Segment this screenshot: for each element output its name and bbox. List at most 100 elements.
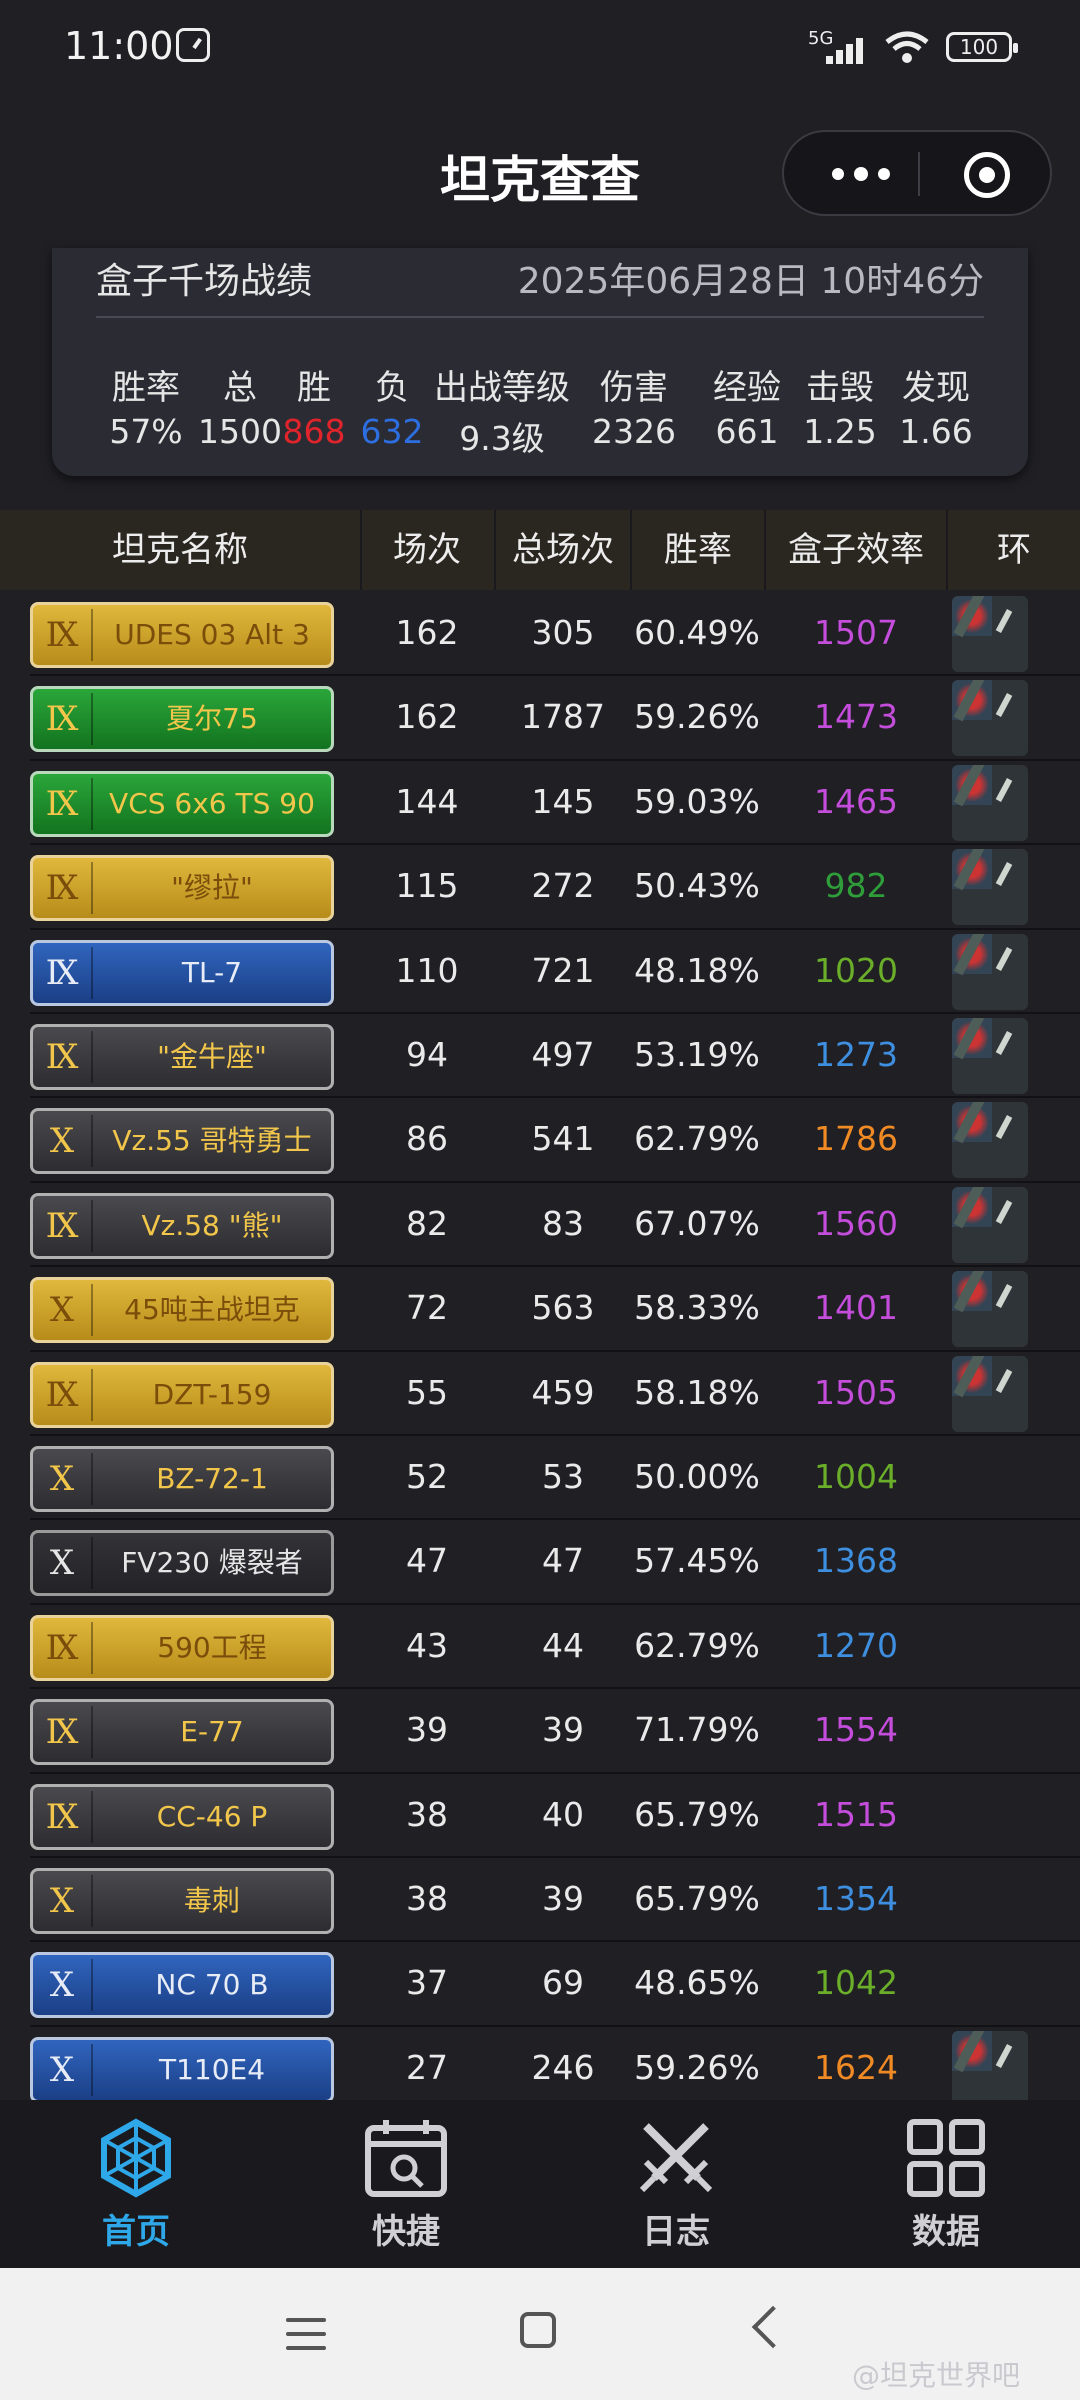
tank-name-badge[interactable]: Ⅹ 毒刺 <box>30 1868 334 1934</box>
total-games-cell: 305 <box>531 613 595 652</box>
games-cell: 162 <box>395 697 459 737</box>
table-row[interactable]: Ⅸ CC-46 P 38 40 65.79% 1515 <box>0 1774 1080 1858</box>
table-row[interactable]: Ⅸ E-77 39 39 71.79% 1554 <box>0 1689 1080 1774</box>
close-program-icon[interactable] <box>964 152 1010 198</box>
title-bar: 坦克查查 <box>0 96 1080 248</box>
table-row[interactable]: Ⅸ DZT-159 55 459 58.18% 1505 <box>0 1352 1080 1436</box>
tank-name: Vz.55 哥特勇士 <box>112 1124 312 1158</box>
tank-name-badge[interactable]: Ⅸ UDES 03 Alt 3 <box>30 602 334 668</box>
table-row[interactable]: Ⅸ TL-7 110 721 48.18% 1020 <box>0 930 1080 1014</box>
efficiency-cell: 1624 <box>814 2047 898 2087</box>
tier-label: Ⅸ <box>45 699 79 740</box>
win-rate-cell: 48.18% <box>634 950 760 990</box>
total-games-cell: 39 <box>542 1710 584 1750</box>
table-row[interactable]: Ⅸ Vz.58 "熊" 82 83 67.07% 1560 <box>0 1183 1080 1268</box>
status-bar: 11:00 5G 100 <box>0 0 1080 96</box>
mini-program-capsule <box>782 130 1052 216</box>
win-rate-value: 57% <box>109 412 183 451</box>
efficiency-cell: 1515 <box>814 1794 898 1834</box>
table-row[interactable]: Ⅸ "缪拉" 115 272 50.43% 982 <box>0 845 1080 930</box>
total-games-cell: 83 <box>542 1203 584 1243</box>
efficiency-cell: 1020 <box>814 950 898 990</box>
nav-log[interactable]: 日志 <box>586 2118 766 2258</box>
tank-name-badge[interactable]: Ⅸ Vz.58 "熊" <box>30 1192 334 1259</box>
win-rate-cell: 53.19% <box>634 1035 760 1074</box>
table-row[interactable]: Ⅹ FV230 爆裂者 47 47 57.45% 1368 <box>0 1520 1080 1605</box>
ring-marking-icon <box>952 764 1028 841</box>
avg-tier-value: 9.3级 <box>459 419 545 458</box>
table-row[interactable]: Ⅹ T110E4 27 246 59.26% 1624 <box>0 2027 1080 2100</box>
nav-data[interactable]: 数据 <box>856 2118 1036 2258</box>
win-rate-cell: 67.07% <box>634 1203 760 1243</box>
total-games-cell: 39 <box>542 1879 584 1918</box>
recent-apps-icon[interactable] <box>286 2318 326 2352</box>
nav-quick[interactable]: 快捷 <box>316 2118 496 2258</box>
nav-home[interactable]: 首页 <box>46 2118 226 2258</box>
table-row[interactable]: Ⅸ UDES 03 Alt 3 162 305 60.49% 1507 <box>0 592 1080 677</box>
win-rate-cell: 59.26% <box>634 2047 760 2087</box>
home-web-icon <box>101 2118 171 2198</box>
tier-label: Ⅹ <box>49 2049 75 2090</box>
column-header-ring[interactable]: 环 <box>948 510 1080 590</box>
battery-icon: 100 <box>946 32 1018 62</box>
tank-name-badge[interactable]: Ⅸ 夏尔75 <box>30 686 334 753</box>
tier-label: Ⅸ <box>45 1037 79 1077</box>
column-header-winrate[interactable]: 胜率 <box>632 510 764 590</box>
total-games-cell: 1787 <box>521 697 605 737</box>
tank-name: T110E4 <box>158 2052 266 2086</box>
tank-name: TL-7 <box>181 955 243 989</box>
table-row[interactable]: Ⅹ 45吨主战坦克 72 563 58.33% 1401 <box>0 1267 1080 1352</box>
column-header-total[interactable]: 总场次 <box>496 510 630 590</box>
total-games-cell: 721 <box>531 950 595 990</box>
ring-marking-icon <box>952 1018 1028 1094</box>
tank-name-badge[interactable]: Ⅸ VCS 6x6 TS 90 <box>30 770 334 837</box>
table-row[interactable]: Ⅸ "金牛座" 94 497 53.19% 1273 <box>0 1014 1080 1099</box>
nav-label: 快捷 <box>372 2212 440 2252</box>
tank-name-badge[interactable]: Ⅸ CC-46 P <box>30 1783 334 1850</box>
table-row[interactable]: Ⅸ 590工程 43 44 62.79% 1270 <box>0 1605 1080 1690</box>
tank-name-badge[interactable]: Ⅹ T110E4 <box>30 2036 334 2100</box>
table-row[interactable]: Ⅹ NC 70 B 37 69 48.65% 1042 <box>0 1942 1080 2027</box>
wins-value: 868 <box>282 412 346 451</box>
games-cell: 162 <box>395 613 459 652</box>
tier-label: Ⅸ <box>45 1205 79 1246</box>
column-header-name[interactable]: 坦克名称 <box>0 510 360 590</box>
table-row[interactable]: Ⅸ 夏尔75 162 1787 59.26% 1473 <box>0 676 1080 761</box>
tank-name: E-77 <box>180 1715 244 1749</box>
total-games-cell: 44 <box>542 1625 584 1665</box>
column-header-efficiency[interactable]: 盒子效率 <box>766 510 946 590</box>
tank-name-badge[interactable]: Ⅸ "金牛座" <box>30 1024 334 1090</box>
tank-name-badge[interactable]: Ⅹ Vz.55 哥特勇士 <box>30 1108 334 1175</box>
tank-name: "金牛座" <box>157 1040 267 1073</box>
tank-name-badge[interactable]: Ⅸ TL-7 <box>30 939 334 1006</box>
games-cell: 144 <box>395 781 459 821</box>
tank-name-badge[interactable]: Ⅸ 590工程 <box>30 1614 334 1681</box>
win-rate-cell: 50.43% <box>634 866 760 906</box>
home-icon[interactable] <box>520 2312 556 2348</box>
column-header-games[interactable]: 场次 <box>362 510 492 590</box>
tank-name-badge[interactable]: Ⅹ NC 70 B <box>30 1952 334 2019</box>
more-icon[interactable] <box>822 158 902 188</box>
tank-name-badge[interactable]: Ⅸ "缪拉" <box>30 855 334 922</box>
tank-name-badge[interactable]: Ⅹ FV230 爆裂者 <box>30 1530 334 1597</box>
win-rate-cell: 71.79% <box>634 1710 760 1750</box>
win-rate-cell: 62.79% <box>634 1119 760 1159</box>
tank-name-badge[interactable]: Ⅹ 45吨主战坦克 <box>30 1277 334 1344</box>
tank-name: DZT-159 <box>152 1377 272 1411</box>
efficiency-cell: 1004 <box>814 1457 898 1496</box>
tank-name-badge[interactable]: Ⅸ DZT-159 <box>30 1361 334 1428</box>
tank-name-badge[interactable]: Ⅹ BZ-72-1 <box>30 1446 334 1512</box>
efficiency-cell: 1560 <box>814 1203 898 1243</box>
table-row[interactable]: Ⅹ BZ-72-1 52 53 50.00% 1004 <box>0 1436 1080 1521</box>
efficiency-cell: 1554 <box>814 1710 898 1750</box>
back-icon[interactable] <box>751 2305 795 2349</box>
efficiency-cell: 1270 <box>814 1625 898 1665</box>
summary-header: 胜 <box>297 368 331 408</box>
tank-name-badge[interactable]: Ⅸ E-77 <box>30 1699 334 1766</box>
total-games-cell: 40 <box>542 1794 584 1834</box>
spots-value: 1.66 <box>899 412 973 451</box>
table-row[interactable]: Ⅹ 毒刺 38 39 65.79% 1354 <box>0 1858 1080 1943</box>
table-row[interactable]: Ⅸ VCS 6x6 TS 90 144 145 59.03% 1465 <box>0 761 1080 846</box>
total-games-cell: 497 <box>531 1035 595 1074</box>
table-row[interactable]: Ⅹ Vz.55 哥特勇士 86 541 62.79% 1786 <box>0 1098 1080 1183</box>
